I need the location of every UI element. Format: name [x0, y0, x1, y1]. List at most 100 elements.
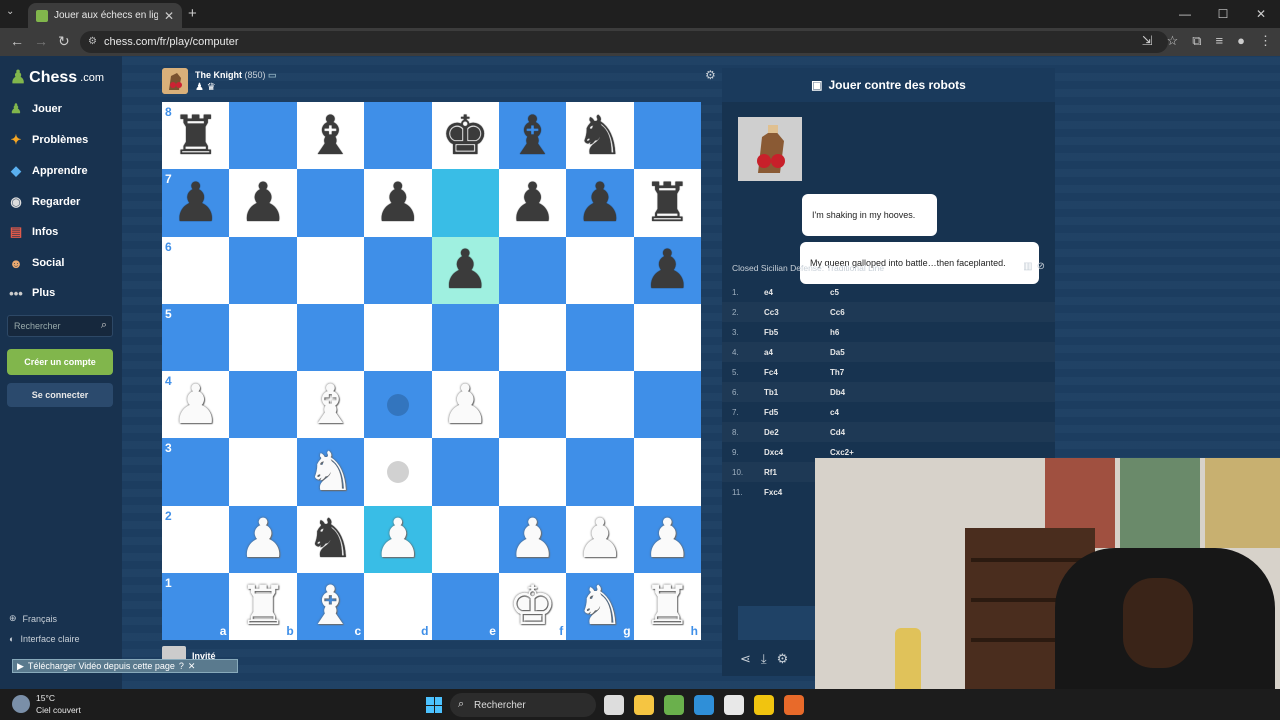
- task-view-icon[interactable]: [604, 695, 624, 715]
- download-video-bar[interactable]: ▶ Télécharger Vidéo depuis cette page ? …: [12, 659, 238, 673]
- move-white[interactable]: Tb1: [764, 388, 830, 397]
- firefox-icon[interactable]: [784, 695, 804, 715]
- black-pawn-piece[interactable]: ♟: [508, 175, 556, 230]
- move-black[interactable]: Db4: [830, 388, 896, 397]
- black-pawn-piece[interactable]: ♟: [171, 175, 219, 230]
- browser-menu-icon[interactable]: ⋮: [1259, 33, 1272, 49]
- square-f7[interactable]: ♟: [498, 169, 567, 237]
- chess-com-logo[interactable]: ♟ Chess .com: [10, 67, 104, 88]
- square-e6[interactable]: ♟: [431, 236, 499, 304]
- square-a8[interactable]: 8 ♜: [162, 102, 230, 170]
- download-icon[interactable]: ⤓: [761, 651, 767, 667]
- share-icon[interactable]: ⋖: [740, 651, 751, 667]
- maximize-button[interactable]: ☐: [1204, 0, 1242, 28]
- square-c8[interactable]: ♝: [296, 102, 365, 170]
- square-f1[interactable]: f ♚: [498, 572, 567, 640]
- move-white[interactable]: a4: [764, 348, 830, 357]
- move-white[interactable]: Cc3: [764, 308, 830, 317]
- square-c7[interactable]: [296, 169, 365, 237]
- login-button[interactable]: Se connecter: [7, 383, 113, 407]
- move-hint-dot[interactable]: [386, 460, 409, 483]
- square-e2[interactable]: [431, 505, 499, 573]
- move-black[interactable]: Da5: [830, 348, 896, 357]
- sidebar-item-apprendre[interactable]: ◆ Apprendre: [8, 160, 88, 182]
- bookmark-star-icon[interactable]: ☆: [1167, 33, 1179, 49]
- square-b3[interactable]: [229, 438, 297, 506]
- black-rook-piece[interactable]: ♜: [643, 175, 691, 230]
- square-a6[interactable]: 6: [162, 236, 230, 304]
- move-white[interactable]: e4: [764, 288, 830, 297]
- sidebar-item-social[interactable]: ☻ Social: [8, 252, 64, 274]
- square-b5[interactable]: [229, 303, 297, 371]
- white-pawn-piece[interactable]: ♟: [171, 377, 219, 432]
- square-d3[interactable]: [364, 438, 432, 506]
- sidebar-search-input[interactable]: Rechercher ⌕: [7, 315, 113, 337]
- square-f6[interactable]: [498, 236, 567, 304]
- move-white[interactable]: De2: [764, 428, 830, 437]
- white-pawn-piece[interactable]: ♟: [643, 512, 691, 566]
- help-icon[interactable]: ?: [179, 661, 184, 671]
- square-d2[interactable]: ♟: [364, 505, 432, 573]
- square-b6[interactable]: [229, 236, 297, 304]
- black-pawn-piece[interactable]: ♟: [374, 175, 422, 230]
- square-d4[interactable]: [364, 371, 432, 439]
- chess-board[interactable]: 8 ♜ ♝ ♚ ♝ ♞ 7 ♟ ♟ ♟ ♟ ♟ ♜ 6 ♟ ♟ 5 4 ♟ ♝ ♟ 3 ♞ 2 ♟ ♞ ♟ ♟ ♟ ♟ 1 a b ♜ c ♝ d e f ♚…: [162, 102, 701, 640]
- square-f2[interactable]: ♟: [498, 505, 567, 573]
- black-pawn-piece[interactable]: ♟: [643, 243, 691, 297]
- theme-link[interactable]: ◐ Interface claire: [9, 634, 79, 644]
- square-c3[interactable]: ♞: [296, 438, 365, 506]
- square-g5[interactable]: [566, 303, 634, 371]
- square-f4[interactable]: [498, 371, 567, 439]
- square-d8[interactable]: [364, 102, 432, 170]
- square-g1[interactable]: g ♞: [566, 572, 634, 640]
- move-white[interactable]: Dxc4: [764, 448, 830, 457]
- black-rook-piece[interactable]: ♜: [171, 108, 219, 163]
- book-icon[interactable]: ▥: [1023, 261, 1032, 272]
- white-king-piece[interactable]: ♚: [508, 579, 556, 633]
- file-explorer-icon[interactable]: [634, 695, 654, 715]
- square-g4[interactable]: [566, 371, 634, 439]
- white-knight-piece[interactable]: ♞: [306, 444, 354, 499]
- square-a4[interactable]: 4 ♟: [162, 371, 230, 439]
- sidebar-item-regarder[interactable]: ◉ Regarder: [8, 191, 80, 213]
- move-black[interactable]: Cd4: [830, 428, 896, 437]
- black-king-piece[interactable]: ♚: [441, 108, 489, 163]
- square-e4[interactable]: ♟: [431, 371, 499, 439]
- white-pawn-piece[interactable]: ♟: [508, 512, 556, 566]
- opponent-avatar[interactable]: [162, 68, 188, 94]
- square-e8[interactable]: ♚: [431, 102, 499, 170]
- extensions-icon[interactable]: ⧉: [1192, 33, 1201, 49]
- create-account-button[interactable]: Créer un compte: [7, 349, 113, 375]
- address-bar[interactable]: ⚙ chess.com/fr/play/computer: [80, 31, 1168, 53]
- move-black[interactable]: Cxc2+: [830, 448, 896, 457]
- square-c1[interactable]: c ♝: [296, 572, 365, 640]
- minimize-button[interactable]: —: [1166, 0, 1204, 28]
- reading-list-icon[interactable]: ≡: [1216, 33, 1224, 49]
- square-h5[interactable]: [633, 303, 701, 371]
- white-bishop-piece[interactable]: ♝: [306, 377, 354, 432]
- white-rook-piece[interactable]: ♜: [643, 579, 691, 633]
- square-b8[interactable]: [229, 102, 297, 170]
- explorer-icon[interactable]: ⊘: [1037, 261, 1045, 272]
- move-black[interactable]: c4: [830, 408, 896, 417]
- opponent-name[interactable]: The Knight (850) ▭: [195, 70, 277, 81]
- start-button[interactable]: [426, 697, 442, 713]
- black-bishop-piece[interactable]: ♝: [508, 108, 556, 163]
- board-settings-gear-icon[interactable]: ⚙: [705, 68, 716, 82]
- square-f8[interactable]: ♝: [498, 102, 567, 170]
- close-window-button[interactable]: ✕: [1242, 0, 1280, 28]
- black-pawn-piece[interactable]: ♟: [441, 243, 489, 297]
- square-b2[interactable]: ♟: [229, 505, 297, 573]
- square-a1[interactable]: 1a: [162, 572, 230, 640]
- edge-icon[interactable]: [694, 695, 714, 715]
- square-a2[interactable]: 2: [162, 505, 230, 573]
- square-d5[interactable]: [364, 303, 432, 371]
- square-a5[interactable]: 5: [162, 303, 230, 371]
- move-black[interactable]: h6: [830, 328, 896, 337]
- square-h4[interactable]: [633, 371, 701, 439]
- settings-gear-icon[interactable]: ⚙: [777, 651, 789, 667]
- square-d1[interactable]: d: [364, 572, 432, 640]
- square-e3[interactable]: [431, 438, 499, 506]
- move-black[interactable]: Cc6: [830, 308, 896, 317]
- move-white[interactable]: Fd5: [764, 408, 830, 417]
